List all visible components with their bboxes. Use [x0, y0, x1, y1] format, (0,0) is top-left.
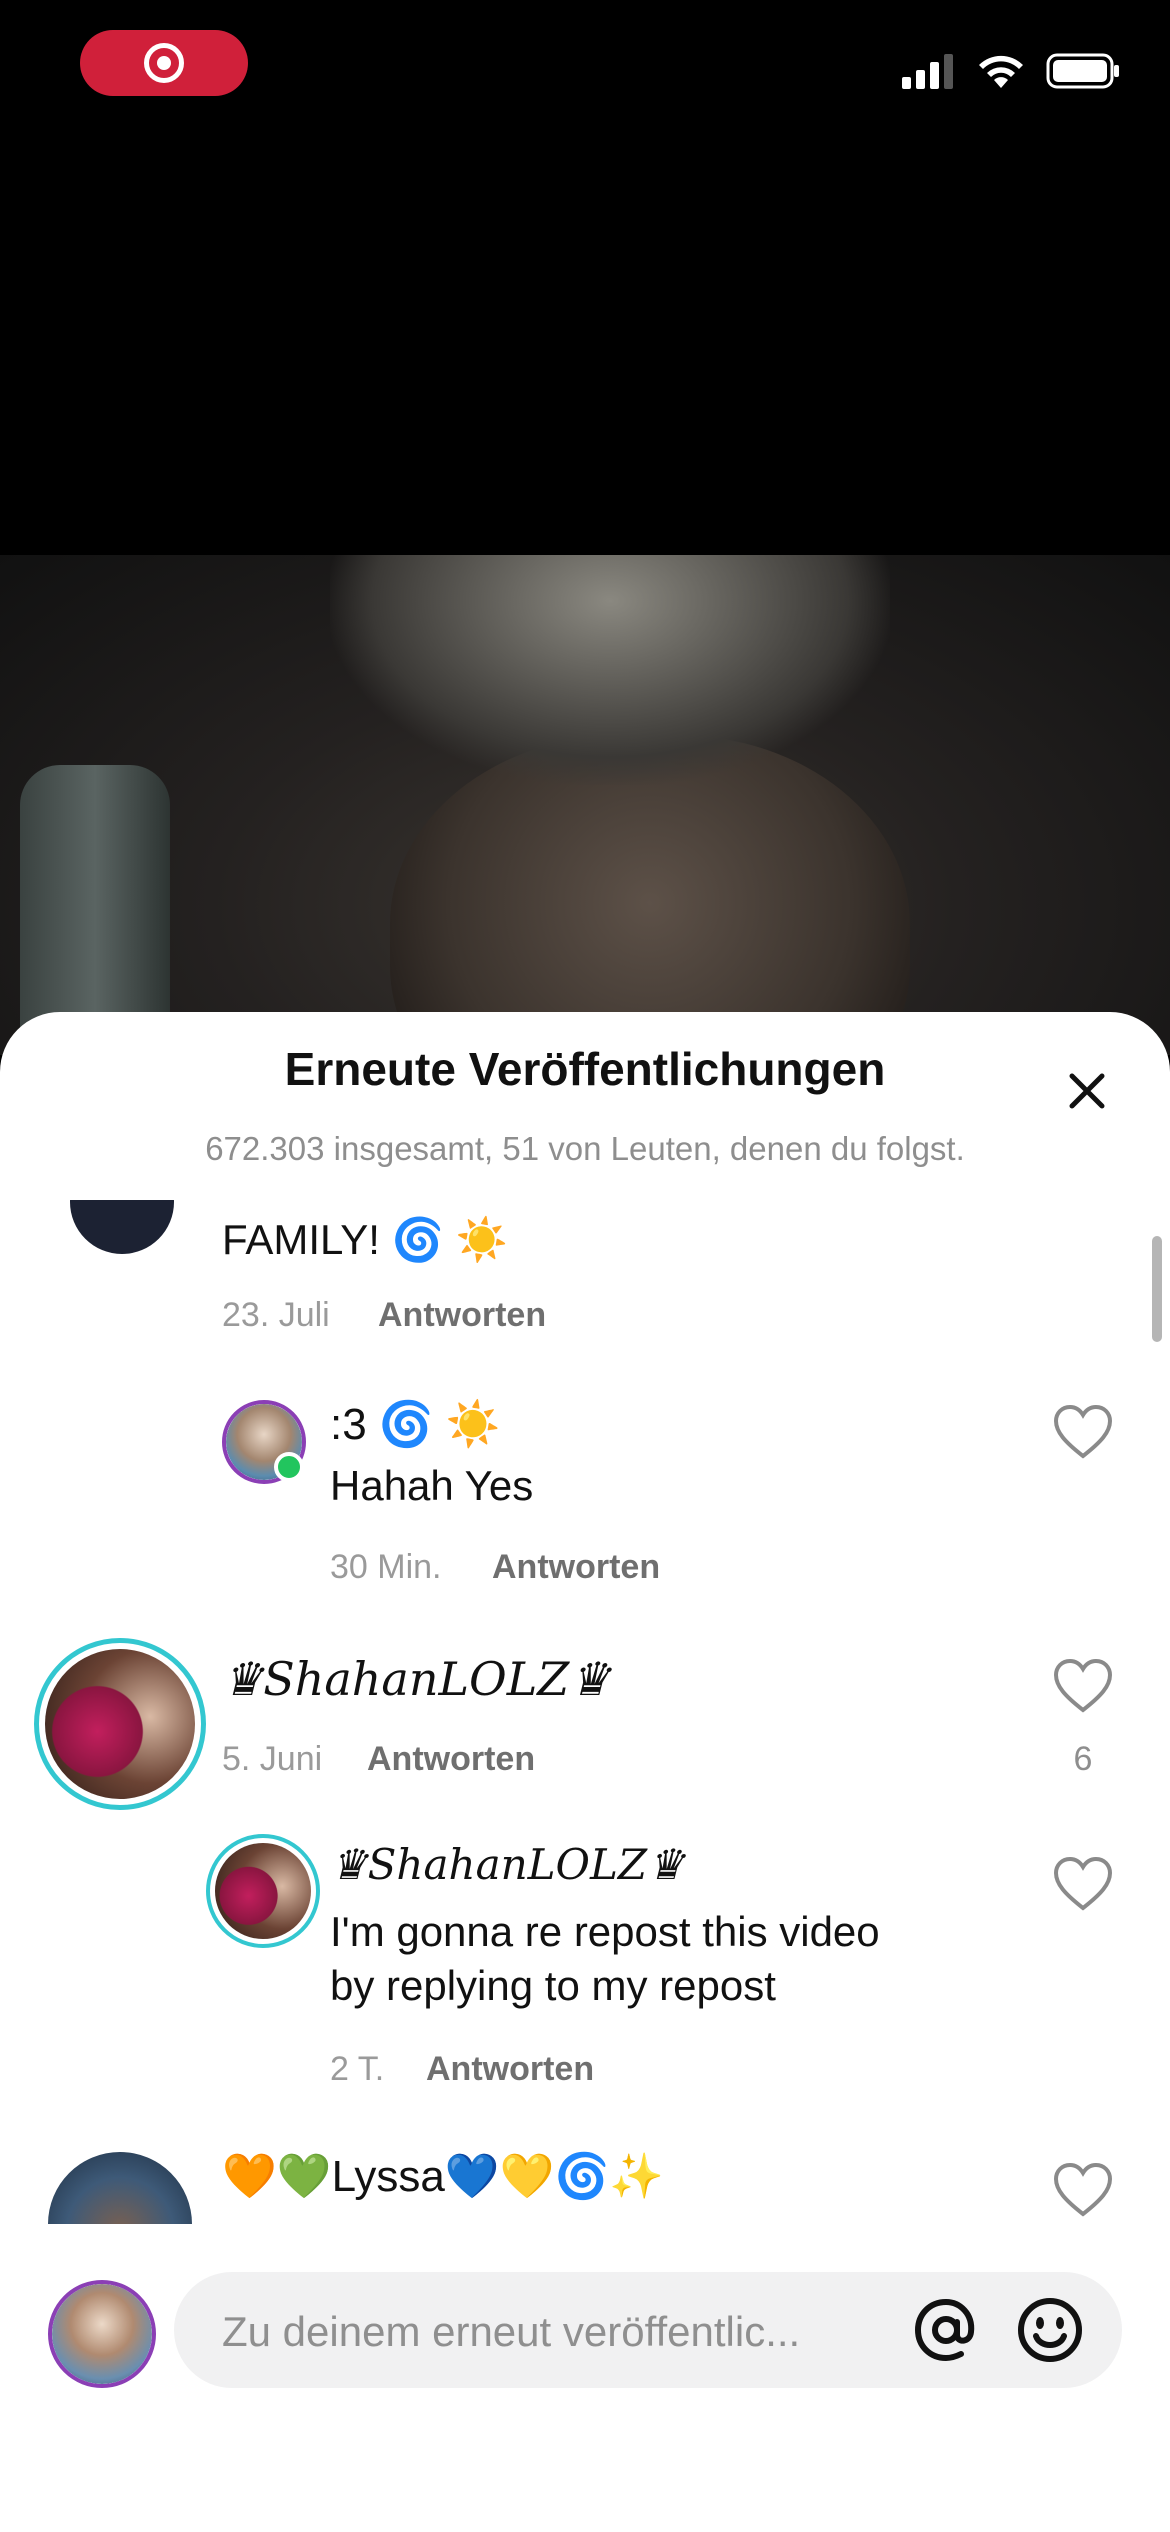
heart-icon[interactable] [1053, 2162, 1113, 2218]
reply-button[interactable]: Antworten [367, 1740, 535, 1779]
comment-date: 5. Juni [222, 1740, 323, 1778]
comment-list: FAMILY! 🌀 ☀️ 23. Juli Antworten :3 🌀 ☀️ … [0, 1200, 1170, 2224]
screen-record-indicator[interactable] [80, 30, 248, 96]
comment-text: FAMILY! 🌀 ☀️ [222, 1216, 508, 1263]
avatar[interactable] [206, 1834, 320, 1948]
comment-date: 2 T. [330, 2050, 385, 2088]
comment-username[interactable]: ♛𝑆ℎ𝑎ℎ𝑎𝑛𝐿𝑂𝐿𝑍♛ [330, 1840, 685, 1890]
at-icon[interactable] [912, 2296, 980, 2364]
input-placeholder: Zu deinem erneut veröffentlic... [222, 2308, 801, 2355]
comment-input[interactable]: Zu deinem erneut veröffentlic... [174, 2272, 1122, 2388]
comment-username[interactable]: :3 🌀 ☀️ [330, 1398, 501, 1450]
sheet-subtitle: 672.303 insgesamt, 51 von Leuten, denen … [205, 1130, 965, 1167]
avatar[interactable] [34, 1638, 206, 1810]
comment-username[interactable]: 🧡💚Lyssa💙💛🌀✨ [222, 2150, 664, 2202]
cellular-signal-icon [902, 54, 953, 89]
user-avatar[interactable] [48, 2280, 156, 2388]
record-icon [144, 43, 184, 83]
close-icon[interactable] [1062, 1066, 1112, 1116]
online-status-badge [274, 1452, 304, 1482]
heart-icon[interactable] [1053, 1856, 1113, 1912]
like-count: 6 [1073, 1740, 1093, 1778]
wifi-icon [979, 55, 1023, 88]
comment-text-line-2: by replying to my repost [330, 1962, 776, 2009]
comment-date: 23. Juli [222, 1296, 330, 1334]
video-player[interactable] [0, 555, 1170, 1055]
battery-icon [1046, 53, 1119, 89]
sheet-title: Erneute Veröffentlichungen [284, 1043, 886, 1095]
heart-icon[interactable] [1053, 1404, 1113, 1460]
video-person-hair [330, 555, 890, 785]
comment-text-line-1: I'm gonna re repost this video [330, 1908, 880, 1955]
reposts-sheet: Erneute Veröffentlichungen 672.303 insge… [0, 1012, 1170, 2532]
avatar[interactable] [48, 2152, 192, 2224]
status-bar [0, 0, 1170, 140]
status-icons [902, 52, 1120, 90]
comment-text: Hahah Yes [330, 1462, 534, 1509]
reply-button[interactable]: Antworten [378, 1296, 546, 1335]
reply-button[interactable]: Antworten [492, 1548, 660, 1587]
comment-username[interactable]: ♛𝑆ℎ𝑎ℎ𝑎𝑛𝐿𝑂𝐿𝑍♛ [222, 1652, 610, 1706]
heart-icon[interactable] [1053, 1658, 1113, 1714]
avatar[interactable] [70, 1200, 174, 1254]
emoji-icon[interactable] [1016, 2296, 1084, 2364]
reply-button[interactable]: Antworten [426, 2050, 594, 2089]
comment-input-bar: Zu deinem erneut veröffentlic... [0, 2250, 1170, 2390]
comment-date: 30 Min. [330, 1548, 442, 1586]
